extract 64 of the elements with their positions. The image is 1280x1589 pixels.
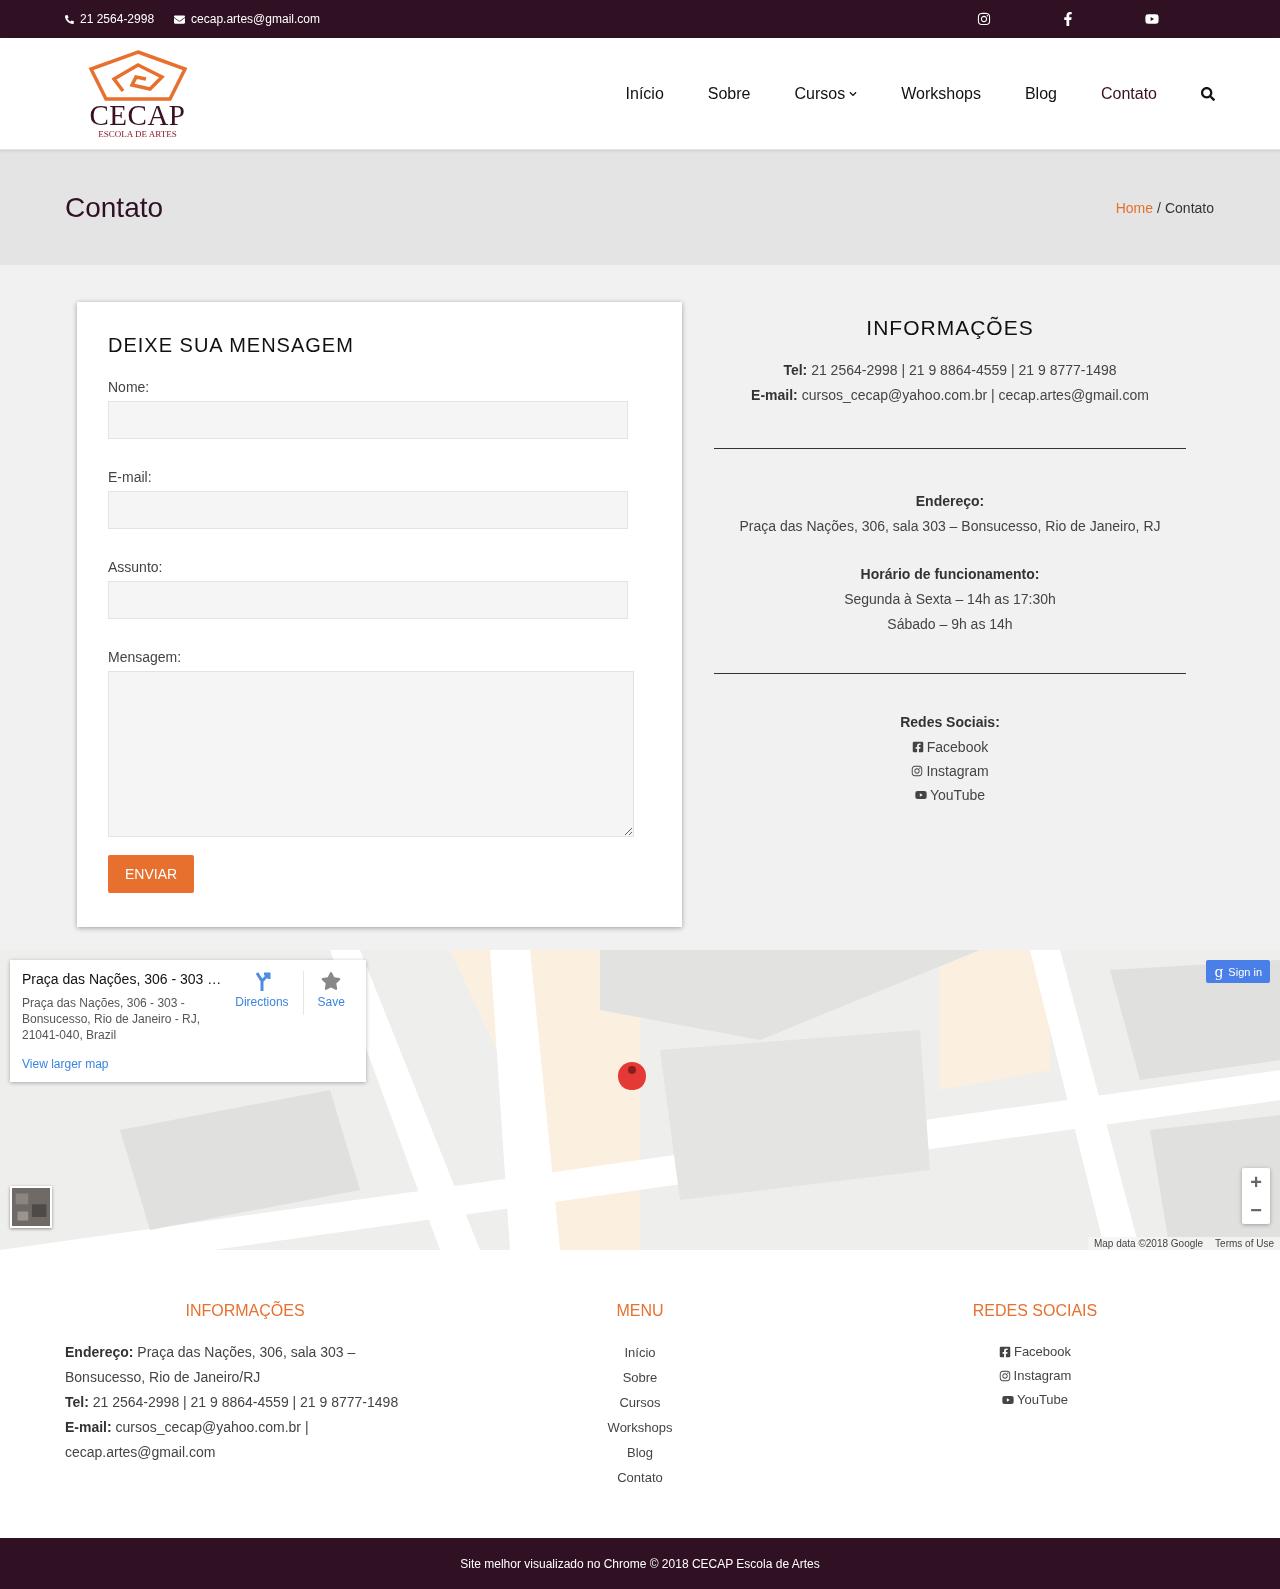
- footer-menu-link[interactable]: Blog: [627, 1440, 653, 1465]
- breadcrumb-current: Contato: [1164, 199, 1214, 216]
- search-icon[interactable]: [1201, 86, 1215, 101]
- page-title: Contato: [65, 191, 164, 224]
- social-link[interactable]: Facebook: [911, 735, 989, 759]
- instagram-icon[interactable]: [977, 12, 991, 26]
- youtube-icon: [1001, 1394, 1014, 1406]
- social-link[interactable]: Facebook: [998, 1340, 1072, 1364]
- nav-link[interactable]: Sobre: [707, 84, 751, 103]
- field-label: Assunto:: [108, 559, 164, 575]
- nav-link[interactable]: Início: [625, 84, 664, 103]
- contact-line: E-mail: cursos_cecap@yahoo.com.br | cecap.artes@gmail.com: [751, 386, 1149, 405]
- hours-text: Segunda à Sexta – 14h as 17:30h: [844, 590, 1056, 609]
- footer-menu-link[interactable]: Sobre: [622, 1365, 658, 1390]
- input-field[interactable]: [108, 491, 628, 529]
- footer-text: Tel: 21 2564-2998 | 21 9 8864-4559 | 21 9 8777-1498: [65, 1393, 399, 1412]
- envelope-icon: [174, 13, 186, 25]
- address-text: Praça das Nações, 306, sala 303 – Bonsucesso, Rio de Janeiro, RJ: [739, 517, 1161, 536]
- logo-tagline: ESCOLA DE ARTES: [98, 128, 177, 139]
- footer-title: MENU: [616, 1302, 664, 1320]
- email-address: cecap.artes@gmail.com: [191, 12, 320, 26]
- youtube-icon: [915, 789, 927, 801]
- footer-title: REDES SOCIAIS: [972, 1302, 1098, 1320]
- field-label: Nome:: [108, 379, 151, 395]
- footer-text: Endereço: Praça das Nações, 306, sala 303 – Bonsucesso, Rio de Janeiro/RJ: [65, 1343, 357, 1387]
- contact-line: Tel: 21 2564-2998 | 21 9 8864-4559 | 21 9 8777-1498: [783, 361, 1117, 380]
- footer-menu-link[interactable]: Cursos: [619, 1390, 661, 1415]
- youtube-icon[interactable]: [1145, 12, 1159, 26]
- social-link[interactable]: YouTube: [1001, 1388, 1069, 1412]
- instagram-icon: [998, 1370, 1011, 1382]
- phone-number: 21 2564-2998: [80, 12, 155, 26]
- footer-menu-link[interactable]: Workshops: [607, 1415, 673, 1440]
- nav-link[interactable]: Blog: [1024, 84, 1057, 103]
- instagram-icon: [911, 765, 924, 777]
- input-field[interactable]: [108, 581, 628, 619]
- footer-text: E-mail: cursos_cecap@yahoo.com.br | cecap.artes@gmail.com: [65, 1418, 310, 1462]
- phone-icon: [65, 14, 74, 24]
- input-field[interactable]: [108, 401, 628, 439]
- field-label: E-mail:: [108, 469, 153, 485]
- footer-menu-link[interactable]: Início: [624, 1340, 656, 1365]
- social-link[interactable]: Instagram: [998, 1364, 1072, 1388]
- footer-menu-link[interactable]: Contato: [617, 1465, 663, 1490]
- hours-label: Horário de funcionamento:: [860, 565, 1040, 584]
- info-title: INFORMAÇÕES: [866, 316, 1034, 340]
- field-label: Mensagem:: [108, 649, 183, 665]
- form-title: DEIXE SUA MENSAGEM: [108, 334, 355, 357]
- social-label: Redes Sociais:: [900, 713, 1000, 732]
- breadcrumb-separator: /: [1157, 199, 1161, 216]
- logo-name: CECAP: [89, 100, 186, 129]
- caret-icon: [849, 89, 858, 98]
- facebook-icon: [911, 741, 924, 753]
- social-link[interactable]: Instagram: [911, 759, 989, 783]
- footer-title: INFORMAÇÕES: [185, 1302, 305, 1320]
- facebook-icon[interactable]: [1061, 12, 1075, 26]
- nav-link[interactable]: Cursos: [794, 84, 858, 103]
- social-link[interactable]: YouTube: [915, 783, 985, 807]
- facebook-icon: [998, 1346, 1011, 1358]
- address-label: Endereço:: [915, 492, 985, 511]
- logo-icon: [87, 48, 188, 101]
- copyright-text: Site melhor visualizado no Chrome © 2018 CECAP Escola de Artes: [460, 1556, 820, 1571]
- message-field[interactable]: [108, 671, 634, 837]
- hours-text: Sábado – 9h as 14h: [887, 615, 1013, 634]
- nav-link[interactable]: Workshops: [901, 84, 981, 103]
- nav-link[interactable]: Contato: [1100, 84, 1157, 103]
